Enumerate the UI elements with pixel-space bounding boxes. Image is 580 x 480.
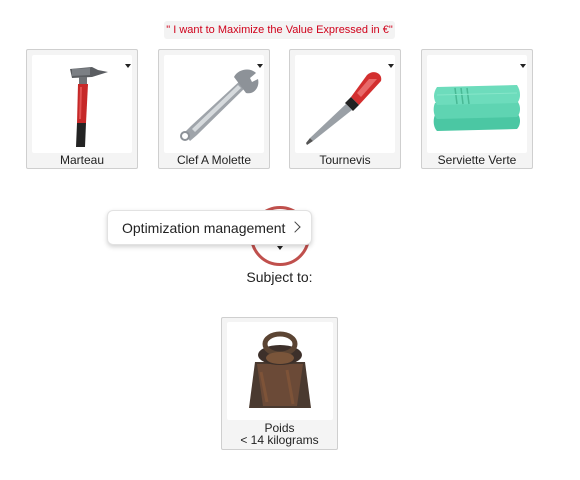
chevron-down-icon[interactable] [277, 246, 283, 250]
item-label: Marteau [59, 153, 105, 167]
subject-to-label: Subject to: [246, 269, 313, 285]
item-label: Tournevis [319, 153, 371, 167]
optimization-management-menu[interactable]: Optimization management [107, 210, 312, 245]
item-card-clef-a-molette[interactable]: Clef A Molette [158, 49, 270, 169]
item-label: Clef A Molette [176, 153, 252, 167]
hammer-icon [32, 55, 132, 153]
screwdriver-icon [295, 55, 395, 153]
cast-iron-weight-icon [227, 322, 333, 420]
item-card-serviette-verte[interactable]: Serviette Verte [421, 49, 533, 169]
objective-text: " I want to Maximize the Value Expressed… [164, 21, 395, 39]
chevron-right-icon [289, 221, 301, 233]
adjustable-wrench-icon [164, 55, 264, 153]
constraint-card-poids[interactable]: Poids < 14 kilograms [221, 317, 338, 450]
item-card-marteau[interactable]: Marteau [26, 49, 138, 169]
green-towel-icon [427, 55, 527, 153]
optimization-management-label: Optimization management [122, 219, 286, 236]
chevron-down-icon[interactable] [257, 64, 263, 68]
item-label: Serviette Verte [437, 153, 517, 167]
constraint-limit: < 14 kilograms [240, 433, 319, 447]
item-card-tournevis[interactable]: Tournevis [289, 49, 401, 169]
chevron-down-icon[interactable] [388, 64, 394, 68]
chevron-down-icon[interactable] [520, 64, 526, 68]
chevron-down-icon[interactable] [125, 64, 131, 68]
